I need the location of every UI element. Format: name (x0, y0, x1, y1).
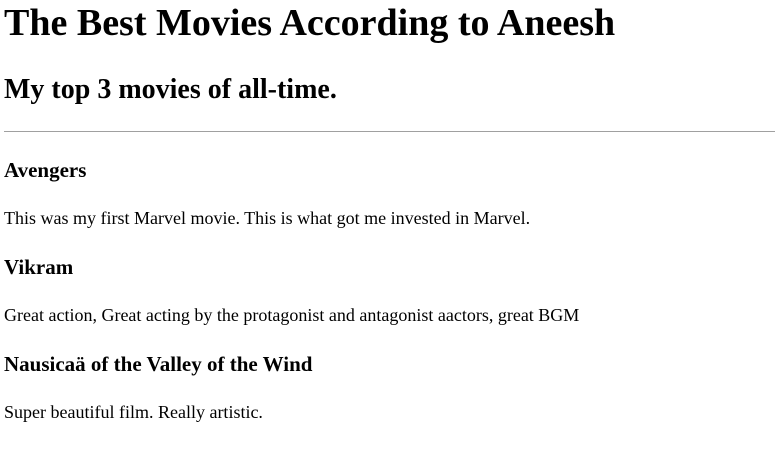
movie-description-nausicaa: Super beautiful film. Really artistic. (4, 402, 263, 422)
movie-title-nausicaa: Nausicaä of the Valley of the Wind (4, 352, 313, 376)
movie-description-avengers: This was my first Marvel movie. This is … (4, 208, 531, 228)
movie-title-vikram: Vikram (4, 255, 74, 279)
movie-title-avengers: Avengers (4, 158, 87, 182)
page-title: The Best Movies According to Aneesh (4, 2, 616, 44)
divider (4, 131, 775, 132)
movie-description-vikram: Great action, Great acting by the protag… (4, 305, 580, 325)
page-subtitle: My top 3 movies of all-time. (4, 74, 337, 105)
